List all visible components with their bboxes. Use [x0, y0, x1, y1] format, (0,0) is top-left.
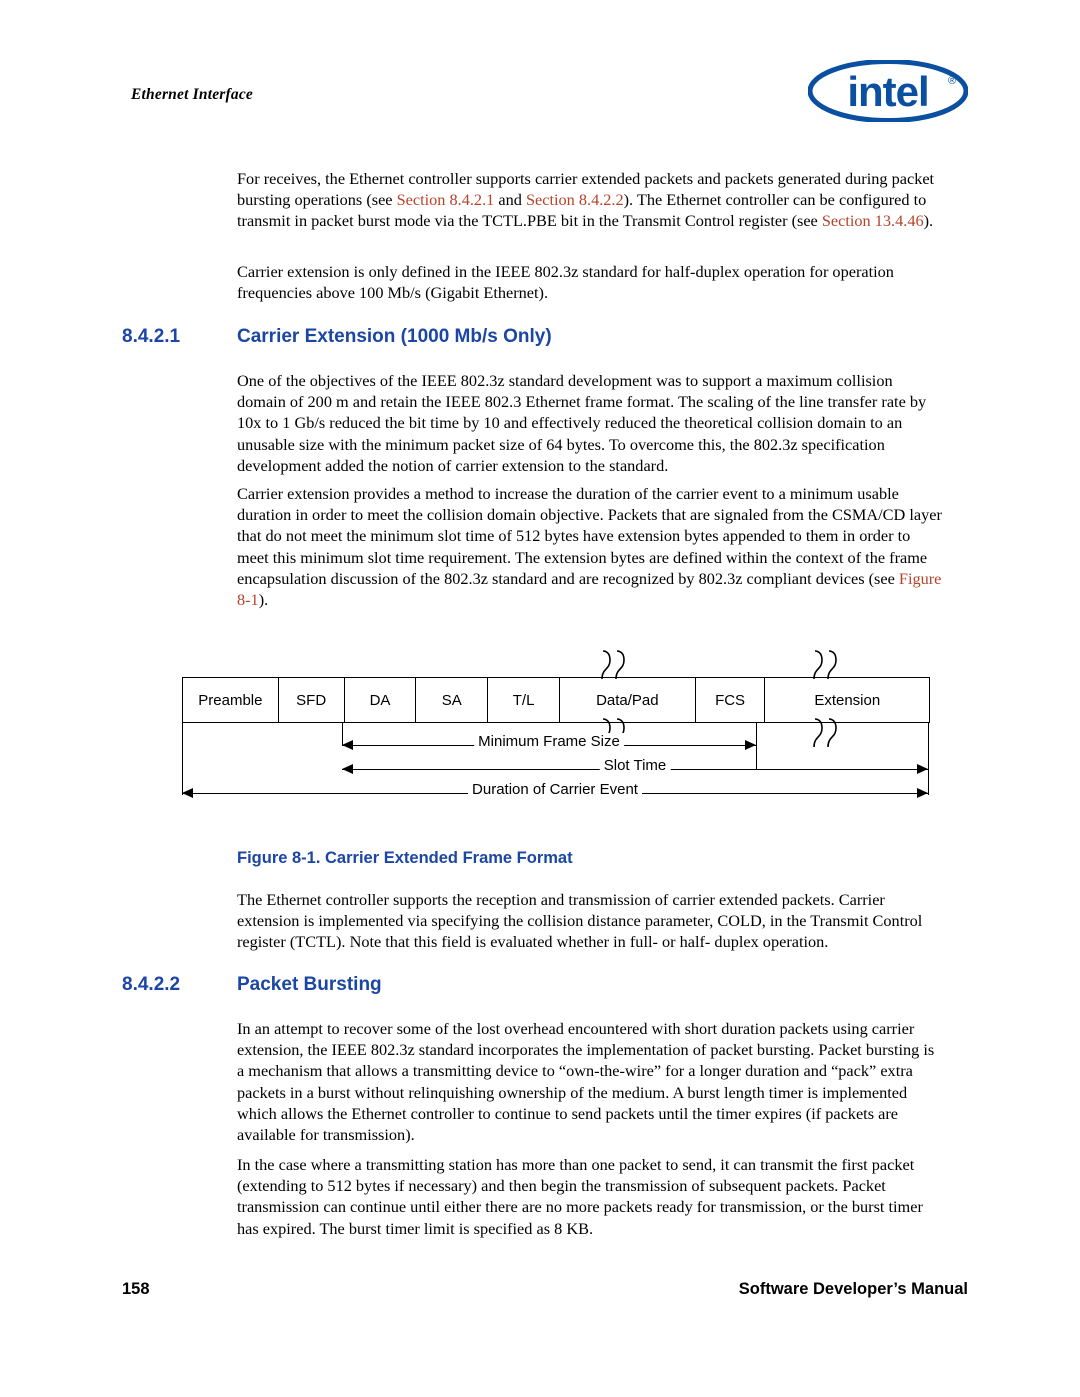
p4-text-a: Carrier extension provides a method to i…	[237, 484, 942, 588]
paragraph-controller-support: The Ethernet controller supports the rec…	[237, 890, 923, 952]
squiggle-top-extension-icon	[808, 650, 842, 680]
paragraph-objectives: One of the objectives of the IEEE 802.3z…	[237, 371, 927, 475]
section-number-8421: 8.4.2.1	[122, 326, 181, 347]
paragraph-extension-method: Carrier extension provides a method to i…	[237, 483, 943, 610]
frame-format-row: Preamble SFD DA SA T/L Data/Pad FCS Exte…	[182, 677, 930, 723]
frame-field-fcs: FCS	[696, 678, 766, 722]
figure-carrier-extended-frame: Preamble SFD DA SA T/L Data/Pad FCS Exte…	[182, 650, 930, 825]
p1-text-b: and	[494, 190, 526, 210]
measure-slot-time: Slot Time	[342, 757, 928, 781]
frame-field-datapad: Data/Pad	[560, 678, 696, 722]
intel-logo: intel ®	[808, 60, 968, 122]
figure-caption: Figure 8-1. Carrier Extended Frame Forma…	[237, 849, 573, 867]
footer-page-number: 158	[122, 1280, 150, 1298]
section-title-8422: Packet Bursting	[237, 974, 382, 995]
document-page: Ethernet Interface intel ® For receives,…	[0, 0, 1080, 1397]
footer-document-title: Software Developer’s Manual	[738, 1280, 968, 1298]
paragraph-receives: For receives, the Ethernet controller su…	[237, 168, 943, 232]
p1-text-d: ).	[923, 211, 934, 231]
svg-text:intel: intel	[847, 68, 928, 115]
section-number-8422: 8.4.2.2	[122, 974, 181, 995]
xref-section-8421[interactable]: Section 8.4.2.1	[397, 190, 495, 209]
frame-field-extension: Extension	[814, 691, 881, 709]
xref-section-8422[interactable]: Section 8.4.2.2	[526, 190, 624, 209]
paragraph-carrier-extension-def: Carrier extension is only defined in the…	[237, 262, 894, 303]
squiggle-top-datapad-icon	[596, 650, 630, 680]
p4-text-b: ).	[258, 590, 269, 610]
frame-field-sfd: SFD	[279, 678, 345, 722]
running-header: Ethernet Interface	[131, 86, 253, 103]
section-title-8421: Carrier Extension (1000 Mb/s Only)	[237, 326, 552, 347]
paragraph-packet-bursting: In an attempt to recover some of the los…	[237, 1019, 935, 1145]
svg-text:®: ®	[948, 75, 956, 87]
measure-label-minimum-frame-size: Minimum Frame Size	[474, 733, 624, 750]
squiggle-bottom-extension-icon	[808, 718, 842, 748]
measure-label-duration-carrier-event: Duration of Carrier Event	[468, 781, 642, 798]
xref-section-13446[interactable]: Section 13.4.46	[822, 211, 924, 230]
frame-field-sa: SA	[416, 678, 489, 722]
measure-duration-carrier-event: Duration of Carrier Event	[182, 781, 928, 805]
frame-field-tl: T/L	[488, 678, 561, 722]
frame-field-da: DA	[345, 678, 417, 722]
frame-field-preamble: Preamble	[183, 678, 279, 722]
paragraph-transmit-station: In the case where a transmitting station…	[237, 1155, 923, 1238]
guide-right-edge	[928, 723, 929, 795]
measure-minimum-frame-size: Minimum Frame Size	[342, 733, 756, 757]
measure-label-slot-time: Slot Time	[599, 757, 671, 774]
